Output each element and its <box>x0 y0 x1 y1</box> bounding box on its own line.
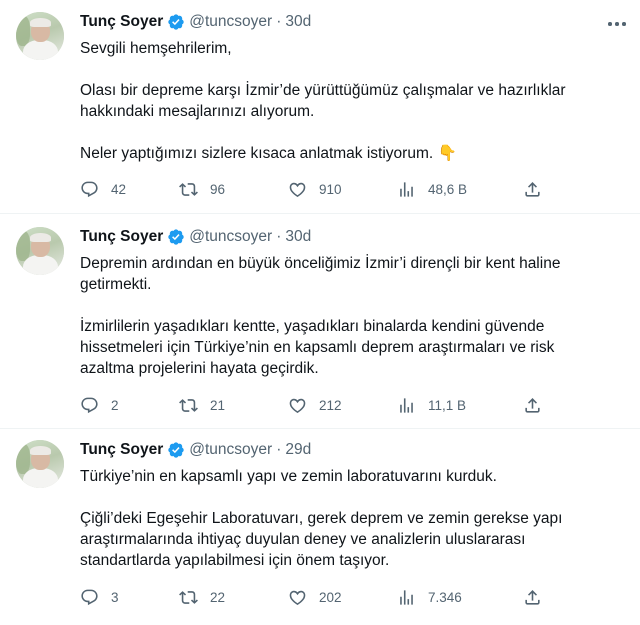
share-upload-icon <box>525 397 540 413</box>
text-line: hakkındaki mesajlarınızı alıyorum. <box>80 103 315 120</box>
author-handle[interactable]: @tuncsoyer <box>189 441 272 459</box>
text-line: Sevgili hemşehrilerim, <box>80 40 232 57</box>
tweet-time[interactable]: 30d <box>285 228 311 246</box>
retweet-icon <box>179 398 198 412</box>
like-button[interactable]: 910 <box>288 179 342 199</box>
tweet-time[interactable]: 29d <box>285 441 311 459</box>
like-count: 910 <box>319 181 342 197</box>
retweet-button[interactable]: 22 <box>179 587 225 607</box>
tweet-divider <box>0 428 640 429</box>
text-line: İzmirlilerin yaşadıkları kentte, yaşadık… <box>80 318 545 335</box>
author-handle[interactable]: @tuncsoyer <box>189 13 272 31</box>
more-horizontal-icon[interactable] <box>608 22 628 28</box>
text-line: standartlarda yapılabilmesi için önem ta… <box>80 552 390 569</box>
retweet-count: 22 <box>210 589 226 605</box>
share-button[interactable] <box>523 395 542 415</box>
reply-bubble-icon <box>81 181 98 197</box>
separator-dot: · <box>276 441 282 458</box>
like-button[interactable]: 202 <box>288 587 342 607</box>
heart-icon <box>289 398 306 413</box>
tweet-text: Sevgili hemşehrilerim, Olası bir depreme… <box>80 38 625 164</box>
views-button[interactable]: 48,6 B <box>397 179 467 199</box>
text-line: getirmekti. <box>80 276 152 293</box>
reply-bubble-icon <box>81 589 98 605</box>
author-name[interactable]: Tunç Soyer <box>80 441 163 459</box>
share-button[interactable] <box>523 179 542 199</box>
author-handle[interactable]: @tuncsoyer <box>189 228 272 246</box>
retweet-icon <box>179 590 198 604</box>
views-count: 11,1 B <box>428 397 467 413</box>
retweet-count: 21 <box>210 397 226 413</box>
author-name[interactable]: Tunç Soyer <box>80 13 163 31</box>
tweet-actions: 42 96 910 48,6 B <box>80 179 550 199</box>
tweet-header: Tunç Soyer @tuncsoyer · 29d <box>80 440 311 460</box>
text-line: Depremin ardından en büyük önceliğimiz İ… <box>80 255 561 272</box>
share-upload-icon <box>525 181 540 197</box>
like-count: 202 <box>319 589 342 605</box>
tweet-header: Tunç Soyer @tuncsoyer · 30d <box>80 227 311 247</box>
text-line: Çiğli’deki Egeşehir Laboratuvarı, gerek … <box>80 510 563 527</box>
text-line: Türkiye’nin en kapsamlı yapı ve zemin la… <box>80 468 497 485</box>
verified-badge-icon <box>168 14 184 30</box>
reply-count: 2 <box>111 397 119 413</box>
reply-button[interactable]: 42 <box>80 179 126 199</box>
share-upload-icon <box>525 589 540 605</box>
verified-badge-icon <box>168 229 184 245</box>
views-button[interactable]: 11,1 B <box>397 395 466 415</box>
retweet-button[interactable]: 96 <box>179 179 225 199</box>
tweet-text: Depremin ardından en büyük önceliğimiz İ… <box>80 253 625 379</box>
avatar[interactable] <box>16 440 64 488</box>
views-bar-chart-icon <box>400 181 413 197</box>
heart-icon <box>289 590 306 605</box>
tweet-text: Türkiye’nin en kapsamlı yapı ve zemin la… <box>80 466 625 571</box>
text-line: Olası bir depreme karşı İzmir’de yürüttü… <box>80 82 566 99</box>
reply-bubble-icon <box>81 397 98 413</box>
author-name[interactable]: Tunç Soyer <box>80 228 163 246</box>
tweet-time[interactable]: 30d <box>285 13 311 31</box>
reply-count: 3 <box>111 589 119 605</box>
tweet-actions: 2 21 212 11,1 B <box>80 395 550 415</box>
views-count: 48,6 B <box>428 181 468 197</box>
heart-icon <box>289 182 306 197</box>
separator-dot: · <box>276 228 282 245</box>
like-count: 212 <box>319 397 342 413</box>
share-button[interactable] <box>523 587 542 607</box>
retweet-icon <box>179 182 198 196</box>
views-bar-chart-icon <box>400 589 413 605</box>
text-line: Neler yaptığımızı sizlere kısaca anlatma… <box>80 145 457 162</box>
tweet-divider <box>0 213 640 214</box>
avatar[interactable] <box>16 227 64 275</box>
text-line: araştırmalarında ihtiyaç duyulan deney v… <box>80 531 526 548</box>
text-line: hissetmeleri için Türkiye’nin en kapsaml… <box>80 339 555 356</box>
tweet-actions: 3 22 202 7.346 <box>80 587 550 607</box>
reply-button[interactable]: 2 <box>80 395 119 415</box>
verified-badge-icon <box>168 442 184 458</box>
avatar[interactable] <box>16 12 64 60</box>
separator-dot: · <box>276 13 282 30</box>
reply-button[interactable]: 3 <box>80 587 119 607</box>
retweet-count: 96 <box>210 181 226 197</box>
views-button[interactable]: 7.346 <box>397 587 462 607</box>
like-button[interactable]: 212 <box>288 395 342 415</box>
retweet-button[interactable]: 21 <box>179 395 225 415</box>
text-line: azaltma projelerini hayata geçirdik. <box>80 360 319 377</box>
views-count: 7.346 <box>428 589 462 605</box>
reply-count: 42 <box>111 181 127 197</box>
views-bar-chart-icon <box>400 397 413 413</box>
tweet-header: Tunç Soyer @tuncsoyer · 30d <box>80 12 311 32</box>
